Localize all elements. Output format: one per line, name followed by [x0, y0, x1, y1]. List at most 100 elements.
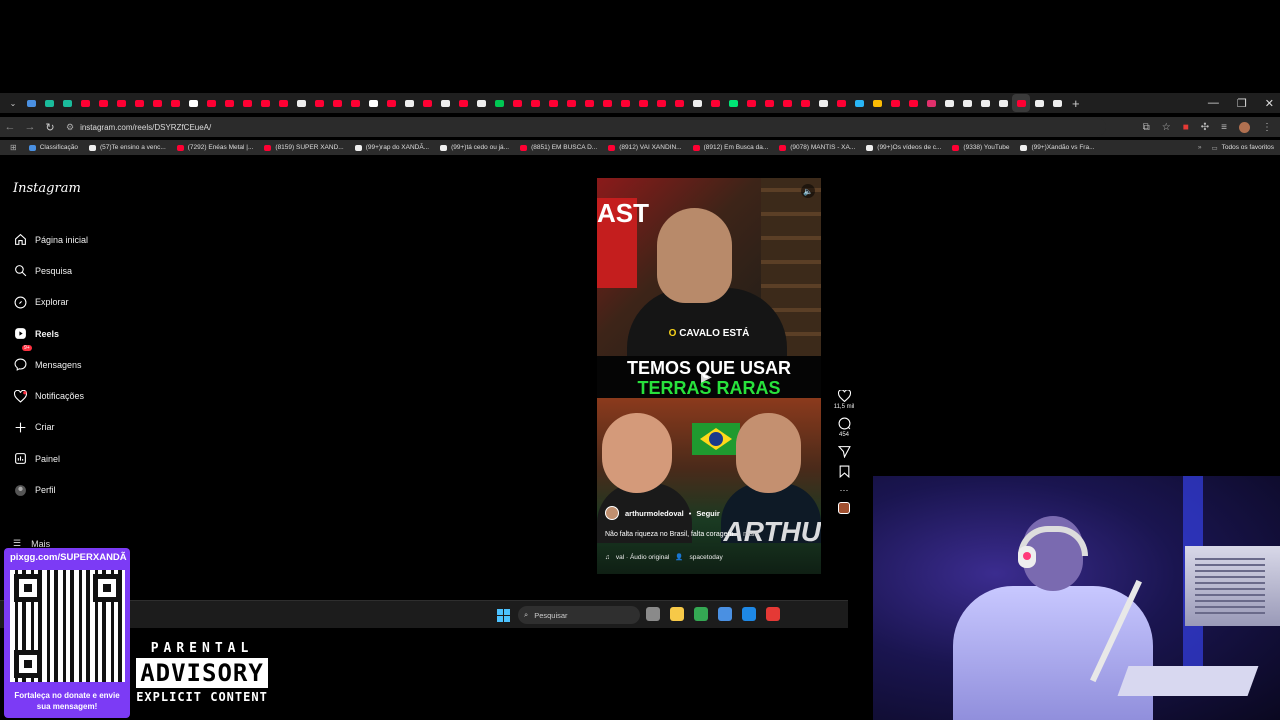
taskbar-app-icon[interactable]	[694, 607, 708, 621]
extensions-puzzle-icon[interactable]: ✣	[1201, 122, 1209, 133]
bookmark-item[interactable]: (8159) SUPER XAND...	[264, 144, 344, 151]
browser-tab[interactable]	[544, 94, 562, 112]
sidebar-item-search[interactable]: Pesquisa	[13, 255, 88, 286]
browser-tab[interactable]	[256, 94, 274, 112]
sidebar-item-dashboard[interactable]: Painel	[13, 443, 88, 474]
browser-tab[interactable]	[238, 94, 256, 112]
browser-tab[interactable]	[778, 94, 796, 112]
browser-tab[interactable]	[922, 94, 940, 112]
reel-video[interactable]: AST 🔈 O CAVALO ESTÁ TEMOS QUE USAR TERRA…	[597, 178, 821, 574]
browser-tab[interactable]	[184, 94, 202, 112]
bookmark-star-icon[interactable]: ☆	[1162, 122, 1171, 133]
bookmark-item[interactable]: (99+)tá cedo ou já...	[440, 144, 509, 151]
browser-tab[interactable]	[976, 94, 994, 112]
browser-tab[interactable]	[598, 94, 616, 112]
browser-tab[interactable]	[364, 94, 382, 112]
site-info-icon[interactable]: ⚙	[66, 122, 74, 133]
browser-tab[interactable]	[814, 94, 832, 112]
browser-tab[interactable]	[490, 94, 508, 112]
bookmark-item[interactable]: (7292) Enéas Metal |...	[176, 144, 253, 151]
share-action[interactable]	[830, 445, 858, 458]
browser-tab[interactable]	[130, 94, 148, 112]
address-bar[interactable]: ⚙ instagram.com/reels/DSYRZfCEueA/	[66, 118, 1106, 136]
reel-audio[interactable]: ♫ val · Áudio original 👤 spacetoday	[605, 553, 723, 562]
browser-tab[interactable]	[472, 94, 490, 112]
browser-tab[interactable]	[40, 94, 58, 112]
follow-button[interactable]: Seguir	[696, 509, 719, 518]
browser-tab[interactable]	[796, 94, 814, 112]
browser-tab[interactable]	[760, 94, 778, 112]
browser-tab[interactable]	[346, 94, 364, 112]
tab-list-button[interactable]: ⌄	[4, 94, 22, 112]
bookmark-item[interactable]: (8851) EM BUSCA D...	[520, 144, 597, 151]
browser-tab[interactable]	[436, 94, 454, 112]
taskbar-app-icon[interactable]	[766, 607, 780, 621]
browser-tab[interactable]	[418, 94, 436, 112]
browser-tab[interactable]	[850, 94, 868, 112]
browser-tab[interactable]	[724, 94, 742, 112]
browser-tab[interactable]	[22, 94, 40, 112]
browser-tab[interactable]	[562, 94, 580, 112]
browser-tab[interactable]	[292, 94, 310, 112]
sidebar-item-home[interactable]: Página inicial	[13, 224, 88, 255]
browser-tab[interactable]	[634, 94, 652, 112]
all-bookmarks-folder[interactable]: » ▭ Todos os favoritos	[1198, 144, 1280, 152]
bookmark-item[interactable]: (9338) YouTube	[952, 144, 1009, 151]
bookmark-item[interactable]: (8912) Em Busca da...	[692, 144, 768, 151]
browser-tab[interactable]	[1048, 94, 1066, 112]
apps-grid-icon[interactable]: ⊞	[10, 143, 17, 152]
like-action[interactable]: 11,5 mil	[830, 390, 858, 410]
new-tab-button[interactable]: +	[1072, 96, 1080, 111]
save-action[interactable]	[830, 465, 858, 478]
browser-tab[interactable]	[274, 94, 292, 112]
close-window-button[interactable]: ✕	[1265, 97, 1274, 110]
browser-tab[interactable]	[742, 94, 760, 112]
browser-tab[interactable]	[328, 94, 346, 112]
taskbar-app-icon[interactable]	[646, 607, 660, 621]
minimize-button[interactable]: —	[1208, 97, 1219, 109]
browser-tab[interactable]	[526, 94, 544, 112]
browser-tab[interactable]	[652, 94, 670, 112]
chevron-overflow-icon[interactable]: »	[1198, 144, 1202, 151]
bookmark-item[interactable]: (9078) MANTIS - XA...	[779, 144, 855, 151]
browser-tab[interactable]	[706, 94, 724, 112]
browser-tab[interactable]	[148, 94, 166, 112]
audio-user[interactable]: spacetoday	[689, 554, 722, 561]
windows-start-icon[interactable]	[497, 609, 510, 622]
instagram-logo[interactable]: Instagram	[13, 181, 81, 196]
browser-tab[interactable]	[310, 94, 328, 112]
browser-tab[interactable]	[832, 94, 850, 112]
media-controls-icon[interactable]: ≡	[1221, 122, 1227, 133]
forward-button[interactable]: →	[20, 121, 40, 133]
browser-tab[interactable]	[508, 94, 526, 112]
reload-button[interactable]: ↻	[40, 121, 60, 134]
browser-tab[interactable]	[886, 94, 904, 112]
browser-tab[interactable]	[166, 94, 184, 112]
browser-tab[interactable]	[76, 94, 94, 112]
play-icon[interactable]: ▶	[701, 368, 712, 385]
browser-tab[interactable]	[94, 94, 112, 112]
taskbar-app-icon[interactable]	[670, 607, 684, 621]
browser-tab[interactable]	[220, 94, 238, 112]
sidebar-item-messenger[interactable]: 9+ Mensagens	[13, 345, 88, 380]
bookmark-item[interactable]: Classificação	[28, 144, 78, 151]
browser-tab[interactable]	[202, 94, 220, 112]
reel-caption[interactable]: Não falta riqueza no Brasil, falta corag…	[605, 531, 758, 538]
install-app-icon[interactable]: ⧉	[1143, 122, 1150, 133]
browser-tab[interactable]	[1030, 94, 1048, 112]
browser-menu-icon[interactable]: ⋮	[1262, 122, 1272, 133]
browser-tab[interactable]	[688, 94, 706, 112]
browser-tab[interactable]	[400, 94, 418, 112]
browser-tab[interactable]	[616, 94, 634, 112]
sidebar-item-plus[interactable]: Criar	[13, 412, 88, 443]
restore-button[interactable]: ❐	[1237, 97, 1247, 110]
taskbar-app-icon[interactable]	[742, 607, 756, 621]
browser-tab[interactable]	[868, 94, 886, 112]
extension-icon[interactable]: ■	[1183, 122, 1189, 133]
comment-action[interactable]: 454	[830, 417, 858, 438]
bookmark-item[interactable]: (99+)Os vídeos de c...	[866, 144, 941, 151]
back-button[interactable]: ←	[0, 121, 20, 133]
bookmark-item[interactable]: (57)Te ensino a venc...	[89, 144, 166, 151]
mute-toggle-icon[interactable]: 🔈	[801, 184, 815, 198]
browser-tab[interactable]	[58, 94, 76, 112]
